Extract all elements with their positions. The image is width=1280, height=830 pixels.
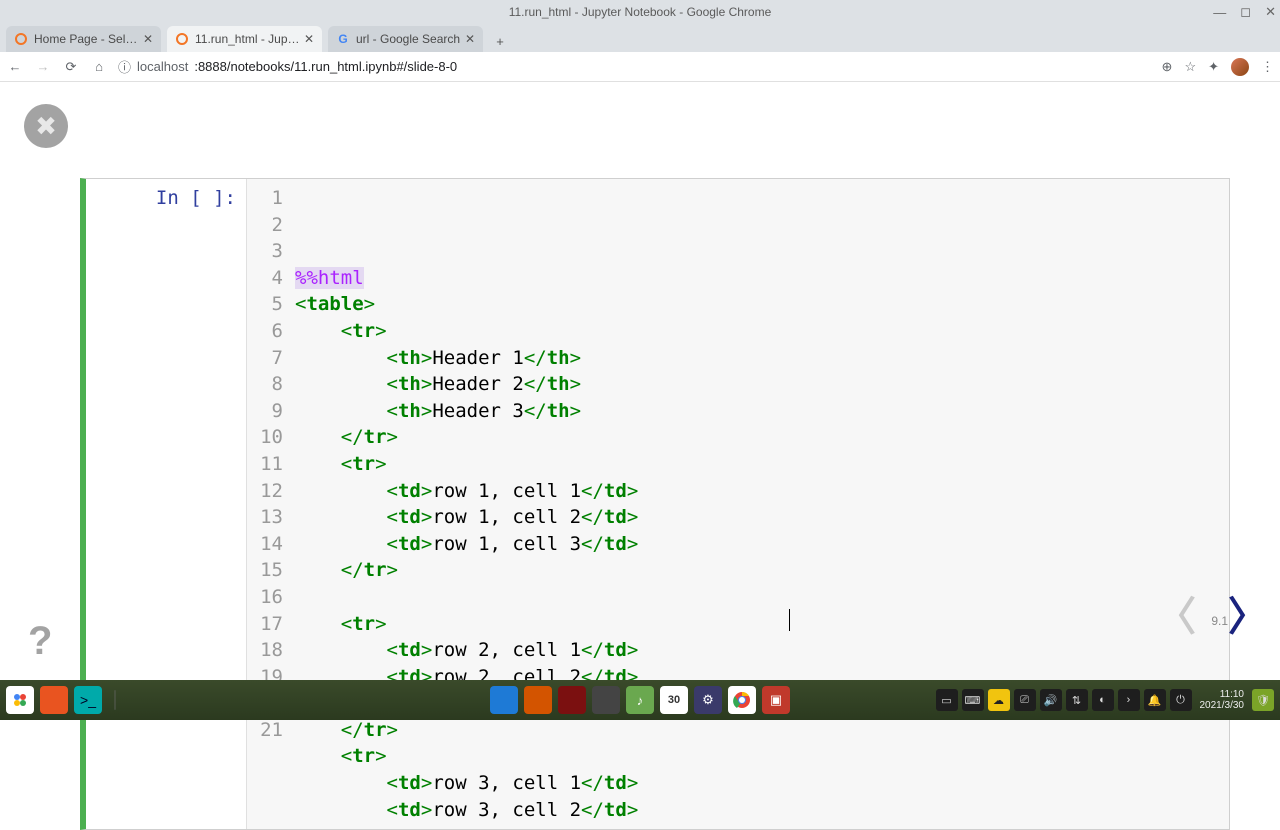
browser-tab[interactable]: Home Page - Select or cre ✕ <box>6 26 161 52</box>
clock-time: 11:10 <box>1200 689 1245 700</box>
browser-tab-active[interactable]: 11.run_html - Jupyter Not ✕ <box>167 26 322 52</box>
notebook-code-cell[interactable]: In [ ]: 12345678910111213141516171819202… <box>80 178 1230 830</box>
tray-icon[interactable]: ☁ <box>988 689 1010 711</box>
url-host: localhost <box>137 59 188 74</box>
screen-recorder-icon[interactable]: ▣ <box>762 686 790 714</box>
google-favicon-icon: G <box>336 32 350 46</box>
browser-toolbar: ← → ⟳ ⌂ ⓘ localhost :8888/notebooks/11.ru… <box>0 52 1280 82</box>
home-button[interactable]: ⌂ <box>90 59 108 74</box>
app-launcher-icon[interactable] <box>6 686 34 714</box>
window-maximize-icon[interactable]: ◻ <box>1240 4 1251 20</box>
wifi-icon[interactable]: ⇅ <box>1066 689 1088 711</box>
volume-icon[interactable]: 🔊 <box>1040 689 1062 711</box>
system-taskbar: >_ ♪ 30 ⚙ ▣ ▭ ⌨ ☁ ⎚ 🔊 ⇅ ◐ › 🔔 ⏻ 11:10 20… <box>0 680 1280 720</box>
forward-button[interactable]: → <box>34 59 52 74</box>
notifications-icon[interactable]: 🔔 <box>1144 689 1166 711</box>
taskbar-app-icon[interactable] <box>40 686 68 714</box>
reload-button[interactable]: ⟳ <box>62 59 80 75</box>
calendar-icon[interactable]: 30 <box>660 686 688 714</box>
file-manager-icon[interactable] <box>592 686 620 714</box>
taskbar-input[interactable] <box>114 690 116 710</box>
page-content: In [ ]: 12345678910111213141516171819202… <box>0 82 1280 680</box>
tray-expand-icon[interactable]: › <box>1118 689 1140 711</box>
exit-slideshow-button[interactable]: ✖ <box>24 104 68 148</box>
tab-close-icon[interactable]: ✕ <box>143 32 153 46</box>
site-info-icon[interactable]: ⓘ <box>118 57 131 76</box>
tray-icon[interactable]: ⎚ <box>1014 689 1036 711</box>
profile-avatar-icon[interactable] <box>1231 58 1249 76</box>
menu-icon[interactable]: ⋮ <box>1261 59 1274 75</box>
window-minimize-icon[interactable]: — <box>1213 5 1226 20</box>
system-clock[interactable]: 11:10 2021/3/30 <box>1196 689 1249 711</box>
clock-date: 2021/3/30 <box>1200 700 1245 711</box>
settings-icon[interactable]: ⚙ <box>694 686 722 714</box>
browser-tab[interactable]: G url - Google Search ✕ <box>328 26 483 52</box>
url-path: :8888/notebooks/11.run_html.ipynb#/slide… <box>194 59 457 74</box>
tray-icon[interactable]: ▭ <box>936 689 958 711</box>
bookmark-icon[interactable]: ☆ <box>1184 59 1196 75</box>
keyboard-icon[interactable]: ⌨ <box>962 689 984 711</box>
browser-tabstrip: Home Page - Select or cre ✕ 11.run_html … <box>0 24 1280 52</box>
code-text[interactable]: %%html<table> <tr> <th>Header 1</th> <th… <box>289 185 1229 823</box>
slide-number: 9.1 <box>1211 614 1228 628</box>
back-button[interactable]: ← <box>6 59 24 74</box>
taskbar-app-icon[interactable] <box>524 686 552 714</box>
address-bar[interactable]: ⓘ localhost :8888/notebooks/11.run_html.i… <box>118 57 1152 76</box>
new-tab-button[interactable]: + <box>489 30 511 52</box>
terminal-icon[interactable]: >_ <box>74 686 102 714</box>
music-player-icon[interactable]: ♪ <box>626 686 654 714</box>
chrome-icon[interactable] <box>728 686 756 714</box>
tab-close-icon[interactable]: ✕ <box>465 32 475 46</box>
tray-icon[interactable]: 🛡 <box>1252 689 1274 711</box>
taskbar-terminal-icon[interactable] <box>558 686 586 714</box>
line-number-gutter: 123456789101112131415161718192021 <box>247 185 289 823</box>
text-cursor-icon <box>789 609 790 631</box>
window-titlebar: 11.run_html - Jupyter Notebook - Google … <box>0 0 1280 24</box>
code-editor[interactable]: 123456789101112131415161718192021 %%html… <box>246 179 1229 829</box>
tray-icon[interactable]: ◐ <box>1092 689 1114 711</box>
jupyter-favicon-icon <box>14 32 28 46</box>
jupyter-favicon-icon <box>175 32 189 46</box>
extensions-icon[interactable]: ✦ <box>1208 59 1219 75</box>
zoom-icon[interactable]: ⊕ <box>1162 59 1173 75</box>
tab-label: url - Google Search <box>356 32 461 46</box>
help-button[interactable]: ? <box>28 619 52 664</box>
tab-label: 11.run_html - Jupyter Not <box>195 32 300 46</box>
prev-slide-button[interactable]: 〈 <box>1156 584 1196 642</box>
power-icon[interactable]: ⏻ <box>1170 689 1192 711</box>
window-title: 11.run_html - Jupyter Notebook - Google … <box>509 5 772 19</box>
tab-label: Home Page - Select or cre <box>34 32 139 46</box>
taskbar-app-icon[interactable] <box>490 686 518 714</box>
next-slide-button[interactable]: 〉 <box>1228 584 1268 642</box>
cell-prompt: In [ ]: <box>86 179 246 829</box>
tab-close-icon[interactable]: ✕ <box>304 32 314 46</box>
window-close-icon[interactable]: ✕ <box>1265 4 1276 20</box>
